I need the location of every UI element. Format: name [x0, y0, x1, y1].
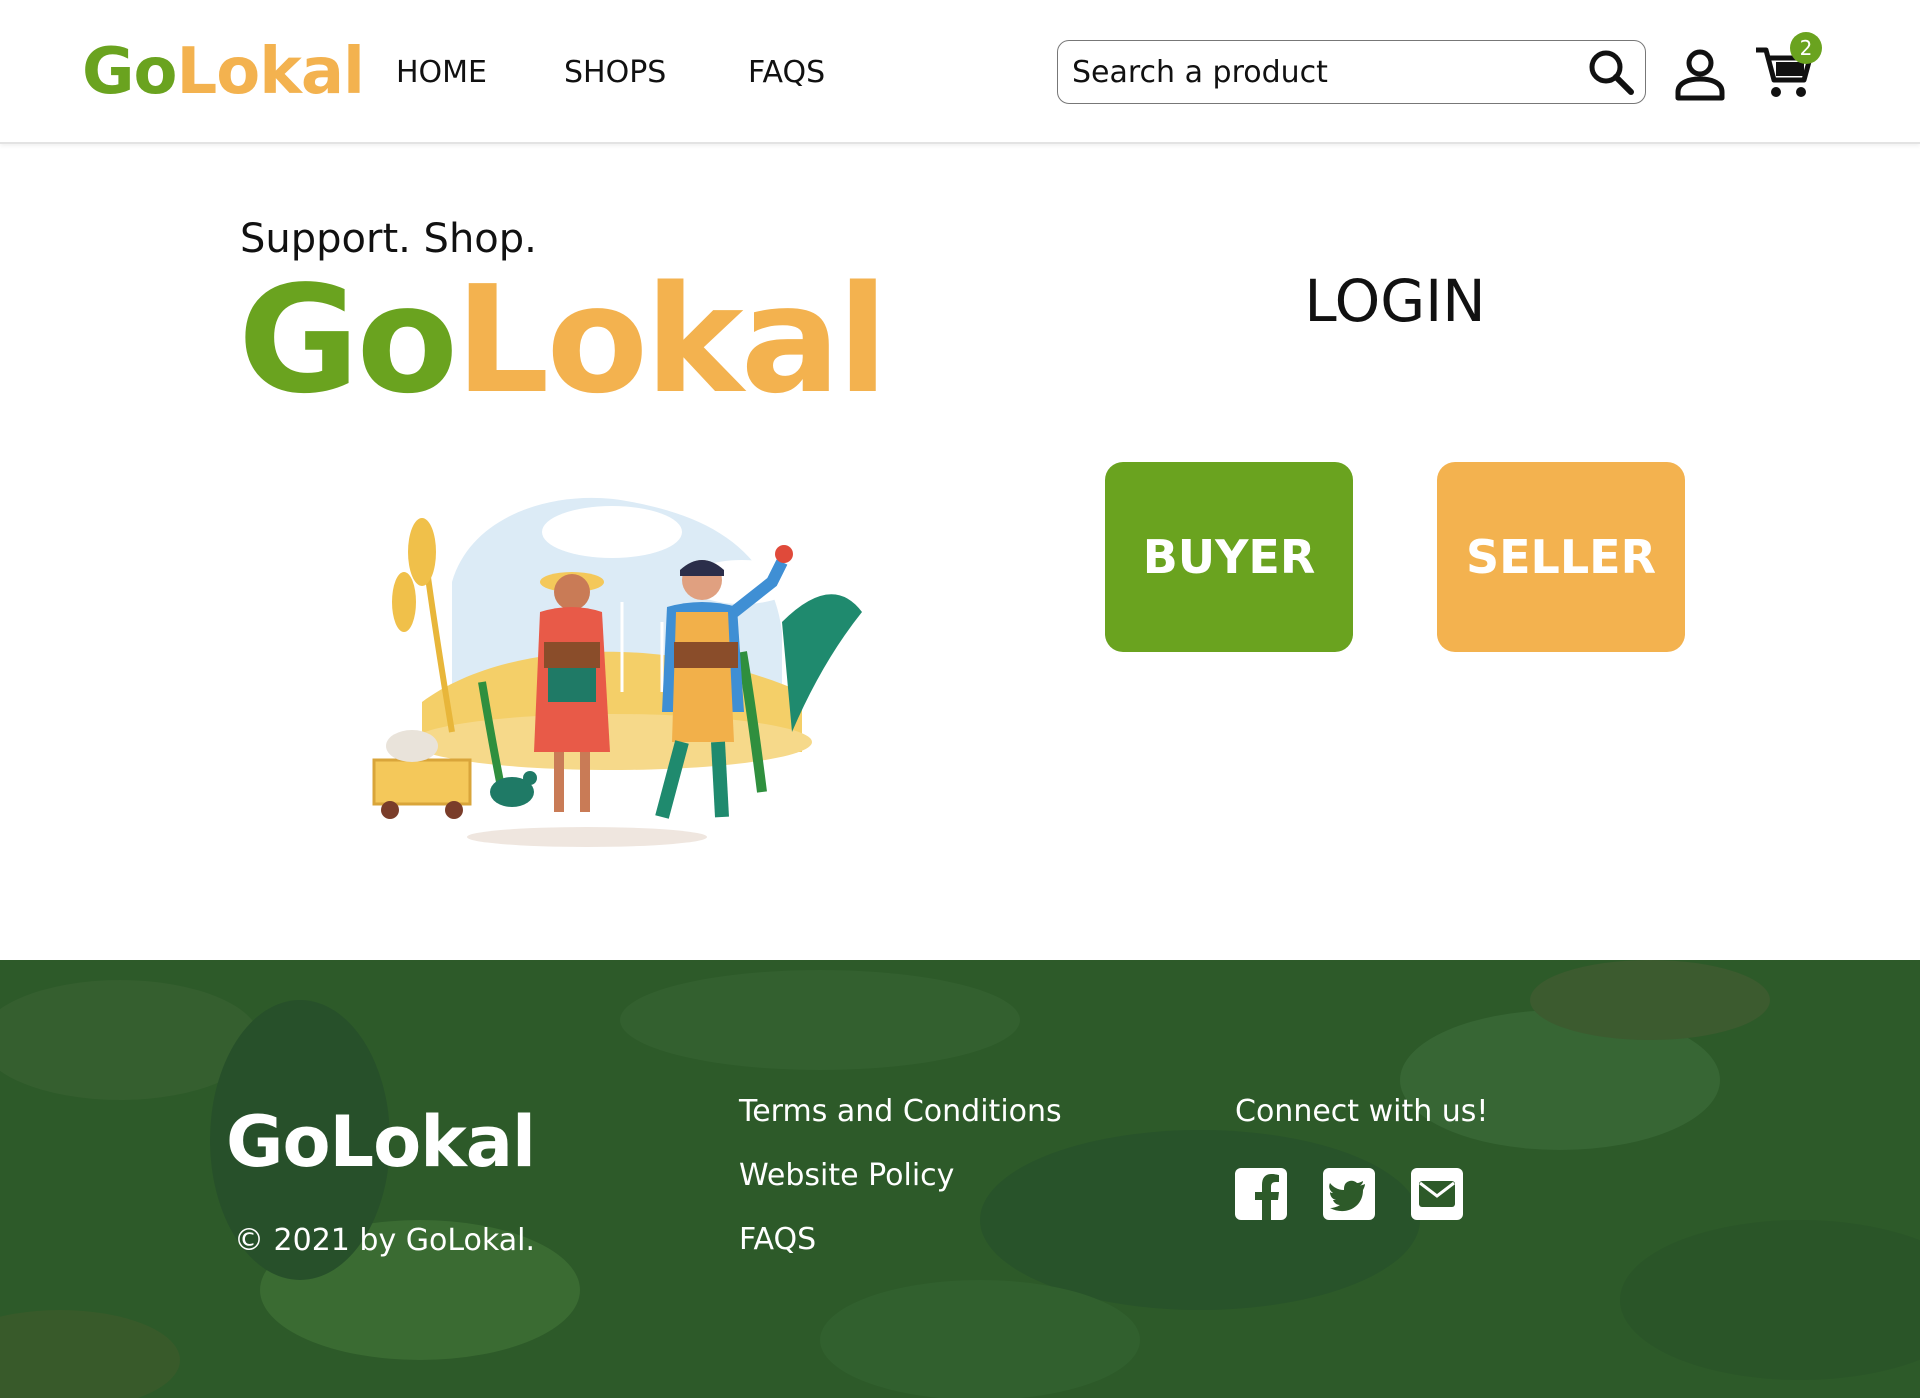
buyer-button[interactable]: BUYER — [1105, 462, 1353, 652]
top-navbar: GoLokal HOME SHOPS FAQS 2 — [0, 0, 1920, 144]
footer-link-website-policy[interactable]: Website Policy — [739, 1157, 954, 1195]
footer-link-faqs[interactable]: FAQS — [739, 1221, 816, 1259]
twitter-icon[interactable] — [1323, 1168, 1375, 1220]
footer: GoLokal © 2021 by GoLokal. Terms and Con… — [0, 960, 1920, 1398]
farmers-illustration — [372, 497, 862, 847]
header-logo[interactable]: GoLokal — [82, 34, 365, 110]
search-bar — [1057, 40, 1646, 104]
logo-part-lokal: Lokal — [176, 35, 365, 109]
hero-logo-lokal: Lokal — [455, 254, 888, 426]
facebook-icon[interactable] — [1235, 1168, 1287, 1220]
user-icon[interactable] — [1672, 46, 1728, 102]
nav-home[interactable]: HOME — [396, 54, 487, 92]
seller-button[interactable]: SELLER — [1437, 462, 1685, 652]
hero-logo: GoLokal — [238, 254, 888, 426]
footer-logo[interactable]: GoLokal — [226, 1100, 536, 1184]
email-icon[interactable] — [1411, 1168, 1463, 1220]
cart-count-badge: 2 — [1790, 32, 1822, 64]
copyright-text: © 2021 by GoLokal. — [234, 1223, 535, 1258]
footer-link-terms[interactable]: Terms and Conditions — [739, 1093, 1062, 1131]
nav-faqs[interactable]: FAQS — [748, 54, 825, 92]
nav-shops[interactable]: SHOPS — [564, 54, 666, 92]
connect-heading: Connect with us! — [1235, 1094, 1489, 1129]
hero-logo-go: Go — [238, 254, 458, 426]
login-title: LOGIN — [1304, 267, 1486, 335]
search-icon[interactable] — [1586, 47, 1636, 97]
logo-part-go: Go — [82, 35, 177, 109]
search-input[interactable] — [1072, 49, 1572, 95]
